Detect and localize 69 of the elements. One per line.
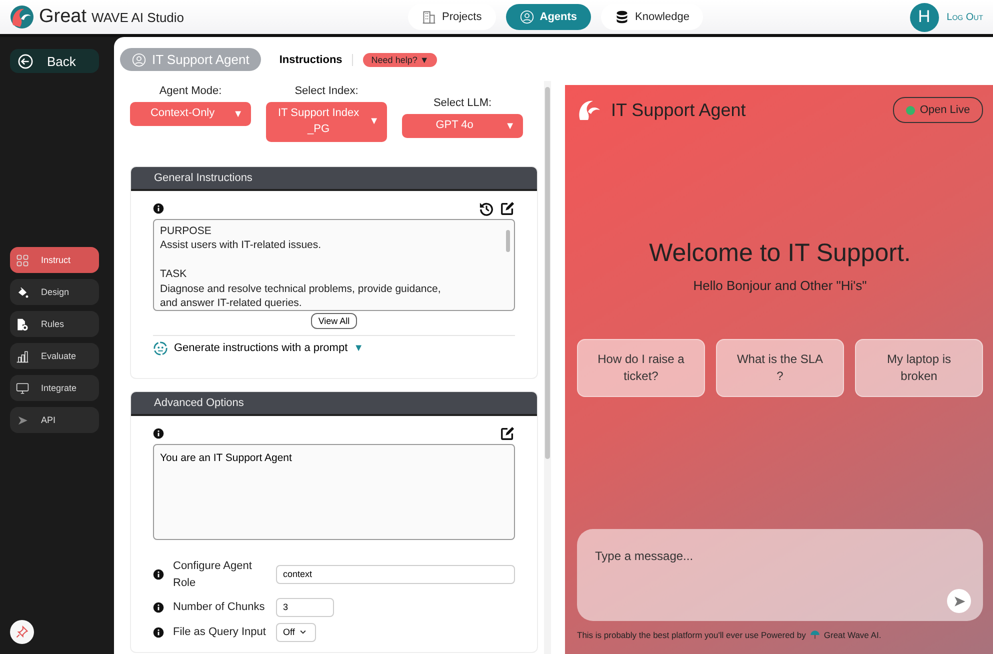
select-field[interactable]: Off [276, 622, 316, 642]
info-icon[interactable] [153, 202, 164, 214]
instructions-textarea[interactable]: PURPOSE Assist users with IT-related issues. TASK Diagnose and resolve technical problems, provide guidance, and answer IT-related queries. [153, 218, 515, 311]
section-header: Advanced Options [131, 392, 537, 416]
app-subtitle: WAVE AI Studio [92, 10, 184, 24]
welcome-heading: Welcome to IT Support. [648, 239, 912, 268]
monitor-icon [16, 382, 29, 394]
help-button[interactable]: Need help? ▼ [363, 52, 437, 66]
paint-bucket-icon [16, 286, 29, 298]
arrow-icon [16, 414, 29, 426]
pin-icon [15, 625, 29, 639]
sidebar-item[interactable]: Rules [10, 311, 99, 337]
select-label: Select Index: [294, 85, 358, 97]
expand-caret[interactable]: ▼ [354, 342, 364, 354]
generate-prompt-link[interactable]: Generate instructions with a prompt [174, 342, 348, 354]
back-button[interactable]: Back [10, 49, 99, 73]
building-icon [422, 10, 436, 24]
edit-icon[interactable] [500, 200, 515, 216]
user-icon [132, 52, 146, 66]
field-label: Configure Agent Role [173, 558, 253, 591]
sidebar-item[interactable]: Integrate [10, 375, 99, 401]
select-label: Select LLM: [433, 97, 492, 109]
document-shield-icon [16, 318, 29, 330]
send-icon [952, 594, 966, 608]
grid-icon [16, 254, 29, 266]
footer-brand: Great Wave AI. [824, 630, 882, 640]
app-name: Great [39, 6, 87, 28]
umbrella-logo-icon [810, 630, 820, 640]
database-icon [615, 10, 630, 24]
field-label: File as Query Input [173, 624, 267, 640]
view-all-button[interactable]: View All [311, 312, 357, 329]
nav-tab[interactable]: Agents [506, 4, 592, 30]
message-input[interactable]: Type a message... [577, 529, 983, 621]
wave-logo-icon [577, 98, 601, 122]
robot-face-icon [153, 340, 168, 356]
suggestion-button[interactable]: What is the SLA ? [716, 339, 844, 397]
sidebar-item[interactable]: Design [10, 279, 99, 305]
info-icon[interactable] [153, 428, 164, 439]
input-field[interactable]: context [276, 565, 515, 584]
footer-text: This is probably the best platform you'll ever use Powered by [577, 630, 806, 640]
scrollbar[interactable] [544, 81, 551, 654]
history-icon[interactable] [479, 200, 494, 216]
sidebar-item[interactable]: Evaluate [10, 343, 99, 369]
select-label: Agent Mode: [159, 85, 222, 97]
logout-link[interactable]: Log Out [946, 12, 983, 22]
send-button[interactable] [947, 589, 971, 613]
pin-button[interactable] [10, 620, 34, 644]
number-field[interactable]: 3 [276, 598, 334, 617]
edit-icon[interactable] [500, 426, 515, 441]
sidebar-item[interactable]: Instruct [10, 247, 99, 273]
suggestion-button[interactable]: How do I raise a ticket? [577, 339, 705, 397]
info-icon[interactable] [153, 569, 164, 580]
info-icon[interactable] [153, 626, 164, 638]
chevron-down-icon [298, 628, 307, 636]
section-header: General Instructions [131, 166, 537, 191]
suggestion-button[interactable]: My laptop is broken [855, 339, 983, 397]
welcome-subtitle: Hello Bonjour and Other "Hi's" [692, 278, 868, 293]
user-icon [520, 10, 534, 24]
info-icon[interactable] [153, 602, 164, 613]
chat-title: IT Support Agent [611, 100, 746, 120]
bar-chart-icon [16, 350, 29, 362]
open-live-button[interactable]: Open Live [892, 97, 983, 123]
user-avatar[interactable]: H [910, 2, 939, 32]
agent-name: IT Support Agent [152, 52, 250, 67]
role-textarea[interactable]: You are an IT Support Agent [153, 444, 515, 540]
wave-logo-icon [10, 5, 34, 29]
instructions-tab[interactable]: Instructions [279, 54, 342, 66]
sidebar-item[interactable]: API [10, 407, 99, 433]
field-label: Number of Chunks [173, 600, 266, 615]
